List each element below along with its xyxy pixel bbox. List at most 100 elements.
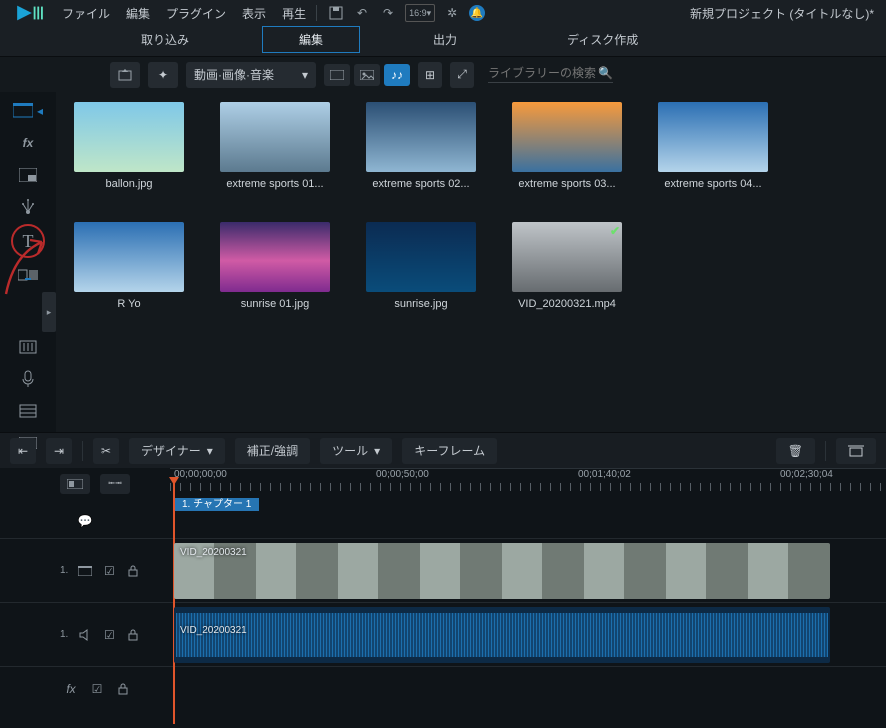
thumb-label: sunrise.jpg — [394, 298, 447, 310]
media-thumb[interactable]: ✔ VID_20200321.mp4 — [512, 222, 622, 310]
designer-menu[interactable]: デザイナー▾ — [129, 438, 225, 464]
chevron-down-icon: ▾ — [374, 444, 380, 458]
save-icon[interactable] — [327, 4, 345, 22]
video-track-icon[interactable] — [78, 564, 92, 578]
track-visible-checkbox[interactable]: ☑ — [90, 682, 104, 696]
pip-room-icon[interactable] — [11, 160, 45, 190]
tab-output[interactable]: 出力 — [396, 26, 494, 53]
marker-track-icon[interactable]: 💬 — [78, 514, 92, 528]
audio-mixer-room-icon[interactable] — [11, 332, 45, 362]
track-visible-checkbox[interactable]: ☑ — [102, 564, 116, 578]
video-track-1: 1. ☑ VID_20200321 — [0, 538, 886, 602]
audio-track-icon[interactable] — [78, 628, 92, 642]
app-logo — [8, 0, 52, 26]
checkmark-icon: ✔ — [610, 224, 620, 238]
fx-track: fx ☑ — [0, 666, 886, 710]
trim-right-icon[interactable]: ⇥ — [46, 438, 72, 464]
sidebar-expand-toggle[interactable]: ▸ — [42, 292, 56, 332]
media-thumb[interactable]: R Yo — [74, 222, 184, 310]
undo-icon[interactable]: ↶ — [353, 4, 371, 22]
media-room-icon[interactable]: ◂ — [11, 96, 45, 126]
notification-icon[interactable]: 🔔 — [469, 5, 485, 21]
ruler-tc-2: 00;01;40;02 — [578, 469, 631, 480]
transition-room-icon[interactable] — [11, 260, 45, 290]
video-clip[interactable]: VID_20200321 — [174, 543, 830, 599]
thumb-label: R Yo — [117, 298, 140, 310]
media-thumb[interactable]: ballon.jpg — [74, 102, 184, 190]
expand-view-icon[interactable]: ⤢ — [450, 62, 474, 88]
media-thumb[interactable]: extreme sports 02... — [366, 102, 476, 190]
tab-edit[interactable]: 編集 — [262, 26, 360, 53]
import-media-icon[interactable] — [110, 62, 140, 88]
settings-icon[interactable]: ✲ — [443, 4, 461, 22]
particle-room-icon[interactable] — [11, 192, 45, 222]
audio-track-number: 1. — [60, 629, 68, 640]
mode-tab-row: 取り込み 編集 出力 ディスク作成 — [0, 26, 886, 56]
tool-menu[interactable]: ツール▾ — [320, 438, 392, 464]
menu-file[interactable]: ファイル — [62, 5, 110, 22]
fx-track-icon[interactable]: fx — [64, 682, 78, 696]
media-thumb[interactable]: extreme sports 04... — [658, 102, 768, 190]
thumb-image[interactable] — [74, 222, 184, 292]
grid-view-icon[interactable]: ⊞ — [418, 62, 442, 88]
timeline-view-mode-icon[interactable] — [60, 474, 90, 494]
thumb-image[interactable] — [512, 102, 622, 172]
media-filter-select[interactable]: 動画·画像·音楽▾ — [186, 62, 316, 88]
cut-icon[interactable]: ✂ — [93, 438, 119, 464]
delete-icon[interactable]: 🗑 — [776, 438, 815, 464]
snap-icon[interactable]: ⭰⭲ — [100, 474, 130, 494]
keyframe-button[interactable]: キーフレーム — [402, 438, 497, 464]
ruler-ticks — [170, 483, 886, 491]
thumb-image[interactable] — [658, 102, 768, 172]
correct-enhance-button[interactable]: 補正/強調 — [235, 438, 310, 464]
media-thumb[interactable]: extreme sports 03... — [512, 102, 622, 190]
thumb-image[interactable] — [366, 222, 476, 292]
thumb-label: VID_20200321.mp4 — [518, 298, 616, 310]
thumb-image[interactable] — [366, 102, 476, 172]
room-sidebar: ◂ fx T ▸ — [0, 92, 56, 432]
filter-all-icon[interactable] — [324, 64, 350, 86]
track-lock-icon[interactable] — [126, 628, 140, 642]
thumb-label: extreme sports 04... — [664, 178, 761, 190]
track-visible-checkbox[interactable]: ☑ — [102, 628, 116, 642]
chapter-room-icon[interactable] — [11, 396, 45, 426]
media-thumb[interactable]: sunrise.jpg — [366, 222, 476, 310]
timeline-action-bar: ⇤ ⇥ ✂ デザイナー▾ 補正/強調 ツール▾ キーフレーム 🗑 — [0, 432, 886, 468]
ruler-tc-3: 00;02;30;04 — [780, 469, 833, 480]
audio-clip[interactable]: VID_20200321 — [174, 607, 830, 663]
filter-audio-icon[interactable]: ♪♪ — [384, 64, 410, 86]
menu-plugin[interactable]: プラグイン — [166, 5, 226, 22]
trim-left-icon[interactable]: ⇤ — [10, 438, 36, 464]
track-lock-icon[interactable] — [126, 564, 140, 578]
title-room-icon[interactable]: T — [11, 224, 45, 258]
thumb-image[interactable] — [220, 222, 330, 292]
more-icon[interactable] — [836, 438, 876, 464]
filter-image-icon[interactable] — [354, 64, 380, 86]
search-input[interactable] — [488, 66, 598, 80]
media-thumb[interactable]: sunrise 01.jpg — [220, 222, 330, 310]
thumb-image[interactable] — [220, 102, 330, 172]
thumb-label: extreme sports 02... — [372, 178, 469, 190]
voiceover-room-icon[interactable] — [11, 364, 45, 394]
library-toolbar: ✦ 動画·画像·音楽▾ ♪♪ ⊞ ⤢ 🔍 — [0, 56, 886, 92]
thumb-image[interactable]: ✔ — [512, 222, 622, 292]
timeline-ruler[interactable]: 00;00;00;00 00;00;50;00 00;01;40;02 00;0… — [170, 468, 886, 504]
redo-icon[interactable]: ↷ — [379, 4, 397, 22]
video-track-number: 1. — [60, 565, 68, 576]
fx-room-icon[interactable]: fx — [11, 128, 45, 158]
thumb-image[interactable] — [74, 102, 184, 172]
plugin-icon[interactable]: ✦ — [148, 62, 178, 88]
audio-track-1: 1. ☑ VID_20200321 — [0, 602, 886, 666]
menu-view[interactable]: 表示 — [242, 5, 266, 22]
tab-import[interactable]: 取り込み — [104, 26, 226, 53]
media-thumb[interactable]: extreme sports 01... — [220, 102, 330, 190]
menu-play[interactable]: 再生 — [282, 5, 306, 22]
top-menu-bar: ファイル 編集 プラグイン 表示 再生 ↶ ↷ 16:9 ▾ ✲ 🔔 新規プロジ… — [0, 0, 886, 26]
menu-edit[interactable]: 編集 — [126, 5, 150, 22]
search-icon[interactable]: 🔍 — [598, 66, 613, 80]
media-library: ballon.jpg extreme sports 01... extreme sp… — [56, 92, 886, 432]
library-search[interactable]: 🔍 — [488, 66, 613, 83]
aspect-ratio-selector[interactable]: 16:9 ▾ — [405, 4, 435, 22]
tab-disc[interactable]: ディスク作成 — [530, 26, 675, 53]
track-lock-icon[interactable] — [116, 682, 130, 696]
